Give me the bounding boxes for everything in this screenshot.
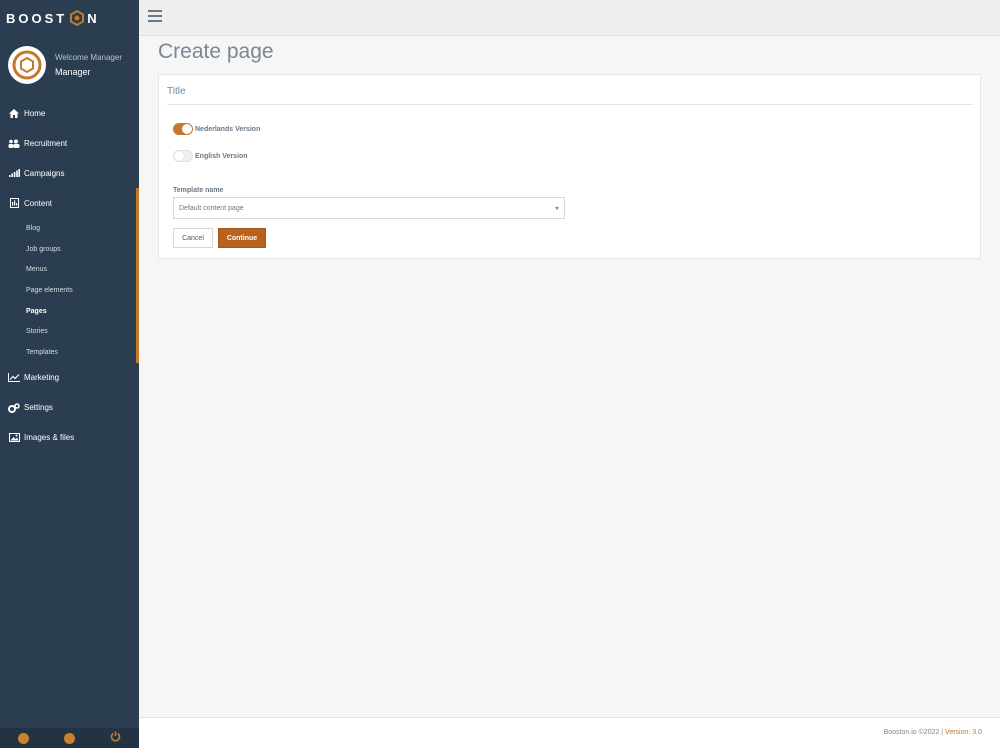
toggle-row-en: English Version xyxy=(173,150,248,162)
sidebar-item-label: Recruitment xyxy=(24,138,68,148)
sidebar-item-label: Home xyxy=(24,108,46,118)
welcome-text: Welcome Manager xyxy=(55,53,122,62)
gears-icon xyxy=(8,403,20,413)
sidebar-item-label: Images & files xyxy=(24,433,75,443)
document-icon xyxy=(8,198,20,208)
users-icon xyxy=(8,138,20,148)
template-name-label: Template name xyxy=(173,187,224,194)
username: Manager xyxy=(55,67,91,77)
cancel-button[interactable]: Cancel xyxy=(173,228,213,248)
sidebar-item-label: Settings xyxy=(24,403,53,413)
avatar[interactable] xyxy=(8,46,46,84)
page-title: Create page xyxy=(158,40,274,63)
sidebar-item-images-files[interactable]: Images & files xyxy=(0,423,139,453)
sidebar-item-content[interactable]: Content xyxy=(0,188,139,218)
title-input[interactable]: Title xyxy=(167,83,973,105)
sidebar-footer xyxy=(0,728,139,748)
content-group: Content Blog Job groups Menus Page eleme… xyxy=(0,188,139,363)
globe-icon[interactable] xyxy=(63,732,75,744)
profile-icon[interactable] xyxy=(17,732,29,744)
active-indicator xyxy=(136,188,139,363)
chevron-down-icon xyxy=(555,207,559,210)
image-icon xyxy=(8,433,20,443)
brand-suffix: N xyxy=(87,10,100,26)
sidebar-subitem-menus[interactable]: Menus xyxy=(0,259,139,280)
sidebar-subitem-templates[interactable]: Templates xyxy=(0,342,139,363)
sidebar-item-campaigns[interactable]: Campaigns xyxy=(0,158,139,188)
user-profile: Welcome Manager Manager xyxy=(0,36,139,88)
sidebar-subitem-page-elements[interactable]: Page elements xyxy=(0,280,139,301)
sidebar-subitem-stories[interactable]: Stories xyxy=(0,321,139,342)
brand-logo[interactable]: BOOST N xyxy=(0,0,139,36)
sidebar-subitem-blog[interactable]: Blog xyxy=(0,218,139,239)
line-chart-icon xyxy=(8,373,20,383)
home-icon xyxy=(8,108,20,118)
footer: Booston.io ©2022 | Version: 3.0 xyxy=(139,717,1000,748)
nederlands-version-toggle[interactable] xyxy=(173,123,193,135)
template-select-value: Default content page xyxy=(179,205,244,212)
sidebar-item-settings[interactable]: Settings xyxy=(0,393,139,423)
sidebar-item-label: Marketing xyxy=(24,373,60,383)
toggle-label: English Version xyxy=(195,152,248,160)
toggle-row-nl: Nederlands Version xyxy=(173,123,260,135)
sidebar-item-label: Content xyxy=(24,198,53,208)
english-version-toggle[interactable] xyxy=(173,150,193,162)
hamburger-menu-icon[interactable] xyxy=(148,10,162,22)
sidebar-nav: Home Recruitment Campaigns Content Blog … xyxy=(0,98,139,453)
version-text: Version: 3.0 xyxy=(945,729,982,736)
sidebar-item-label: Campaigns xyxy=(24,168,65,178)
copyright-text: Booston.io ©2022 | xyxy=(883,729,946,736)
create-page-form: Title Nederlands Version English Version… xyxy=(158,74,981,259)
signal-bars-icon xyxy=(8,168,20,178)
sidebar: BOOST N Welcome Manager Manager Home Rec… xyxy=(0,0,139,748)
hexagon-logo-icon xyxy=(69,9,85,27)
sidebar-subitem-pages[interactable]: Pages xyxy=(0,301,139,322)
power-icon[interactable] xyxy=(110,729,121,747)
sidebar-item-home[interactable]: Home xyxy=(0,98,139,128)
sidebar-subitem-job-groups[interactable]: Job groups xyxy=(0,239,139,260)
brand-prefix: BOOST xyxy=(6,10,68,26)
continue-button[interactable]: Continue xyxy=(218,228,266,248)
template-select[interactable]: Default content page xyxy=(173,197,565,219)
sidebar-item-marketing[interactable]: Marketing xyxy=(0,363,139,393)
sidebar-item-recruitment[interactable]: Recruitment xyxy=(0,128,139,158)
toggle-label: Nederlands Version xyxy=(195,125,261,133)
footer-text: Booston.io ©2022 | Version: 3.0 xyxy=(884,729,982,736)
topbar xyxy=(139,0,1000,36)
